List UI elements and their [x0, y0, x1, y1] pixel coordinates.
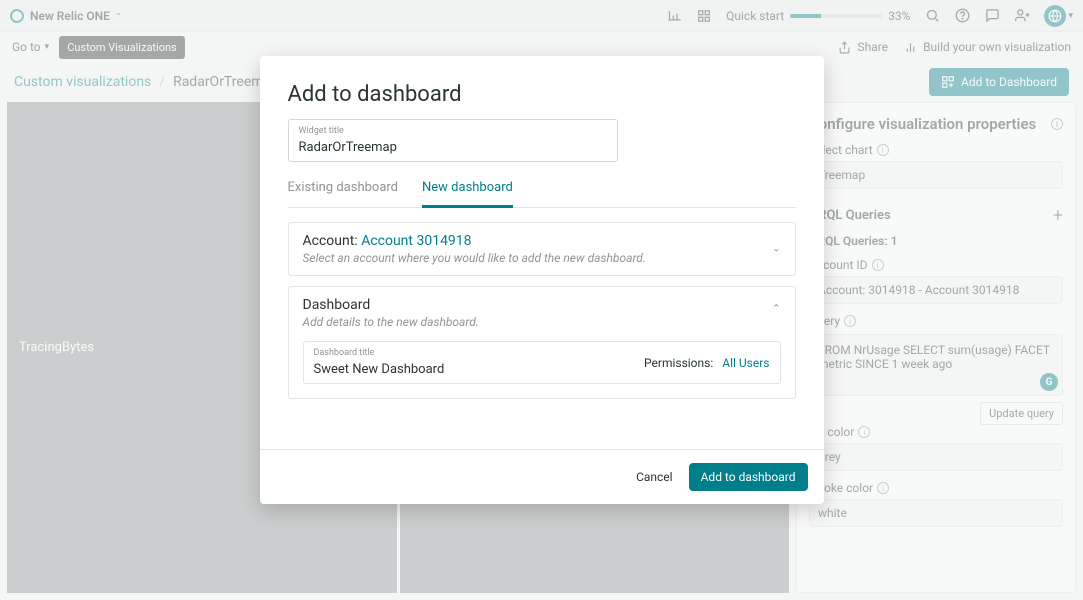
chevron-down-icon: ⌄ — [772, 244, 780, 255]
submit-add-dashboard-button[interactable]: Add to dashboard — [689, 463, 808, 491]
account-card[interactable]: Account: Account 3014918 Select an accou… — [288, 222, 796, 276]
modal-title: Add to dashboard — [288, 82, 796, 107]
add-to-dashboard-modal: Add to dashboard Widget title Existing d… — [260, 56, 824, 504]
cancel-button[interactable]: Cancel — [636, 470, 673, 484]
tab-existing-dashboard[interactable]: Existing dashboard — [288, 174, 399, 207]
dashboard-card-sub: Add details to the new dashboard. — [303, 315, 781, 329]
account-sub: Select an account where you would like t… — [303, 251, 781, 265]
tab-new-dashboard[interactable]: New dashboard — [422, 174, 513, 208]
modal-footer: Cancel Add to dashboard — [260, 449, 824, 504]
dashboard-title-label: Dashboard title — [314, 348, 645, 358]
modal-overlay[interactable]: Add to dashboard Widget title Existing d… — [0, 0, 1083, 600]
dashboard-tabs: Existing dashboard New dashboard — [288, 174, 796, 208]
account-name: Account 3014918 — [361, 233, 471, 249]
widget-title-field[interactable]: Widget title — [288, 119, 618, 162]
dashboard-title-input[interactable] — [314, 362, 645, 377]
widget-title-label: Widget title — [299, 126, 607, 136]
permissions-value: All Users — [722, 356, 769, 370]
dashboard-card: Dashboard Add details to the new dashboa… — [288, 286, 796, 399]
permissions[interactable]: Permissions: All Users — [644, 356, 769, 370]
account-label: Account: — [303, 233, 358, 249]
chevron-up-icon[interactable]: ⌃ — [772, 304, 780, 315]
dashboard-title-row: Dashboard title Permissions: All Users — [303, 341, 781, 384]
widget-title-input[interactable] — [299, 140, 607, 155]
dashboard-card-title: Dashboard — [303, 297, 781, 313]
